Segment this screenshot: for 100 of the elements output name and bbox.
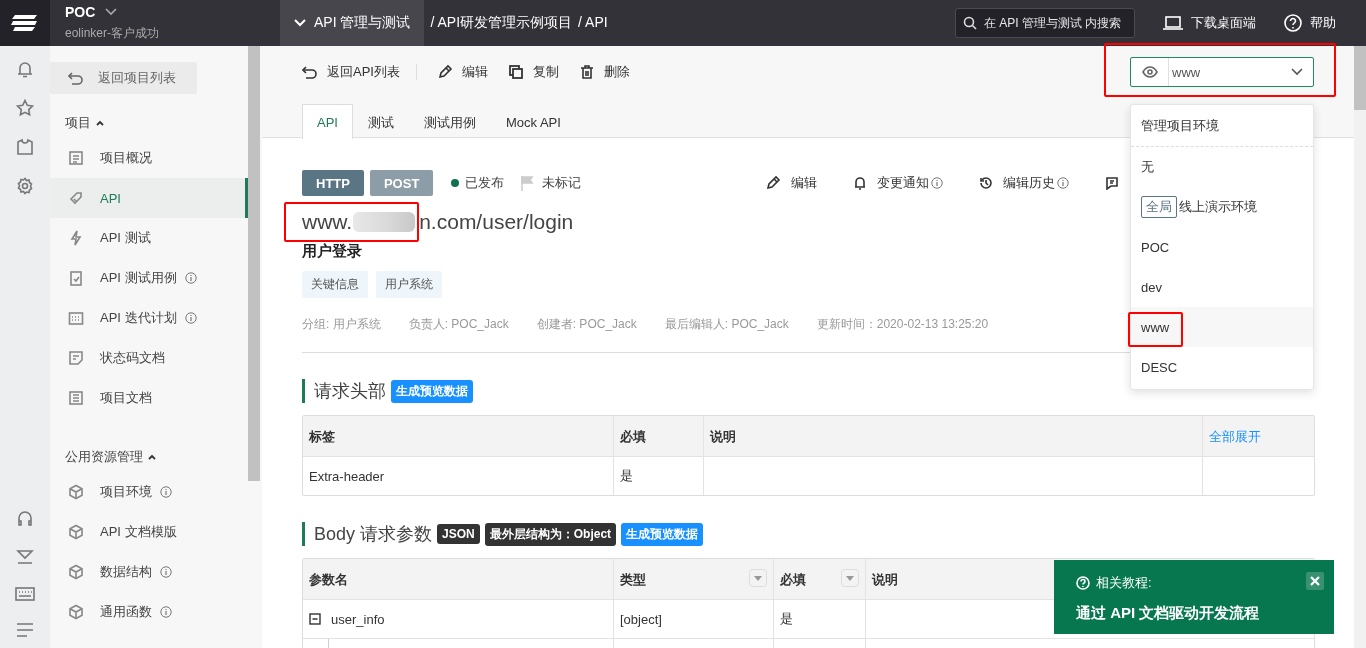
clipboard-icon — [68, 270, 84, 286]
back-button[interactable]: 返回项目列表 — [50, 62, 197, 94]
dropdown-item[interactable]: 全局 线上演示环境 — [1131, 187, 1313, 227]
dropdown-item[interactable]: 无 — [1131, 147, 1313, 187]
comment-icon[interactable] — [1105, 176, 1119, 190]
toolbar-button[interactable]: 删除 — [578, 63, 630, 81]
cube-icon — [68, 524, 84, 540]
sidebar-item[interactable]: API 迭代计划 — [50, 298, 248, 338]
section-title: Body 请求参数 — [314, 523, 433, 546]
breadcrumb-item[interactable]: / API研发管理示例项目 — [430, 14, 573, 32]
blurred-text — [353, 212, 416, 232]
toolbar-button[interactable]: 编辑 — [436, 63, 488, 81]
column-header: 说明 — [710, 428, 736, 446]
meta-text: 最后编辑人: POC_Jack — [664, 316, 789, 333]
undo-icon — [68, 71, 84, 85]
breadcrumb-item[interactable]: / API — [578, 14, 608, 32]
meta-text: 负责人: POC_Jack — [408, 316, 509, 333]
api-action[interactable]: 编辑历史 — [979, 174, 1069, 192]
column-header: 必填 — [620, 428, 646, 446]
dropdown-item[interactable]: dev — [1131, 267, 1313, 307]
calendar-icon — [68, 310, 84, 326]
sidebar-item[interactable]: 项目文档 — [50, 378, 248, 418]
environment-select[interactable]: www — [1130, 57, 1314, 87]
sidebar-item[interactable]: API 测试 — [50, 218, 248, 258]
tab[interactable]: Mock API — [490, 105, 576, 139]
api-action[interactable]: 编辑 — [765, 174, 817, 192]
dropdown-icon[interactable] — [749, 569, 767, 587]
protocol-badge: HTTP — [302, 170, 364, 196]
highlight-box — [1128, 312, 1183, 347]
scrollbar-thumb[interactable] — [248, 46, 260, 481]
settings-icon[interactable] — [16, 177, 34, 195]
dropdown-item[interactable]: 管理项目环境 — [1131, 105, 1313, 147]
menu-icon[interactable] — [16, 622, 34, 638]
table-cell: 是 — [620, 467, 633, 485]
star-icon[interactable] — [16, 99, 34, 117]
toolbar-button[interactable]: 返回API列表 — [302, 63, 400, 81]
sidebar-item[interactable]: API 测试用例 — [50, 258, 248, 298]
sidebar-item[interactable]: API 文档模版 — [50, 512, 248, 552]
laptop-icon — [1163, 16, 1183, 30]
shirt-icon[interactable] — [16, 138, 34, 156]
bell-icon[interactable] — [16, 60, 34, 78]
help-icon — [1076, 576, 1090, 590]
keyboard-icon[interactable] — [15, 587, 35, 601]
search-field[interactable]: 在 API 管理与测试 内搜索 — [955, 8, 1135, 38]
search-icon — [963, 16, 977, 30]
cube-icon — [68, 604, 84, 620]
project-name[interactable]: POC — [65, 4, 96, 20]
api-name: 用户登录 — [302, 242, 362, 259]
dropdown-item[interactable]: www — [1131, 307, 1313, 347]
column-header: 参数名 — [309, 571, 348, 589]
lightning-icon — [68, 230, 84, 246]
sidebar-item[interactable]: API — [50, 178, 248, 218]
logo-icon — [11, 12, 39, 34]
format-badge: 最外层结构为：Object — [484, 522, 617, 546]
column-header: 类型 — [620, 571, 646, 589]
tag: 用户系统 — [376, 271, 442, 298]
sidebar-item[interactable]: 数据结构 — [50, 552, 248, 592]
eye-icon — [1141, 66, 1158, 78]
project-subtitle: eolinker-客户成功 — [65, 25, 161, 42]
collapse-icon[interactable] — [309, 613, 321, 625]
chevron-down-icon — [105, 8, 118, 16]
download-tray-icon[interactable] — [16, 548, 34, 566]
tab[interactable]: 测试 — [352, 105, 409, 139]
url-text: n.com/user/login — [419, 210, 574, 234]
module-menu[interactable]: API 管理与测试 — [280, 0, 425, 46]
close-icon[interactable] — [1306, 572, 1324, 590]
toolbar-button[interactable]: 复制 — [507, 63, 559, 81]
download-link[interactable]: 下载桌面端 — [1163, 14, 1256, 32]
sidebar-item[interactable]: 通用函数 — [50, 592, 248, 632]
help-link[interactable]: 帮助 — [1284, 14, 1336, 32]
sidebar-item[interactable]: 状态码文档 — [50, 338, 248, 378]
scrollbar-thumb[interactable] — [1354, 46, 1366, 110]
column-header: 必填 — [780, 571, 806, 589]
column-header: 说明 — [872, 571, 898, 589]
document-icon — [68, 150, 84, 166]
tutorial-link[interactable]: 通过 API 文档驱动开发流程 — [1076, 604, 1312, 623]
copy-icon — [507, 64, 524, 80]
tab[interactable]: API — [302, 104, 353, 139]
help-icon — [1284, 14, 1302, 32]
dropdown-item[interactable]: POC — [1131, 227, 1313, 267]
bell-icon — [853, 176, 867, 190]
group-header[interactable]: 公用资源管理 — [50, 442, 248, 472]
sidebar-item[interactable]: 项目环境 — [50, 472, 248, 512]
group-header[interactable]: 项目 — [50, 108, 248, 138]
pencil-icon — [765, 175, 781, 191]
url-text: www. — [302, 210, 353, 234]
api-action[interactable]: 变更通知 — [853, 174, 943, 192]
dropdown-item[interactable]: DESC — [1131, 347, 1313, 387]
sidebar-item[interactable]: 项目概况 — [50, 138, 248, 178]
dropdown-icon[interactable] — [841, 569, 859, 587]
history-icon — [979, 176, 993, 190]
headphones-icon[interactable] — [16, 509, 34, 527]
column-header: 标签 — [309, 428, 335, 446]
meta-text: 创建者: POC_Jack — [536, 316, 637, 333]
tab[interactable]: 测试用例 — [408, 105, 491, 139]
section-title: 请求头部 — [314, 380, 386, 403]
status-label: 已发布 — [465, 174, 505, 192]
mark-label: 未标记 — [542, 174, 582, 192]
pencil-icon — [436, 64, 453, 80]
cube-icon — [68, 484, 84, 500]
